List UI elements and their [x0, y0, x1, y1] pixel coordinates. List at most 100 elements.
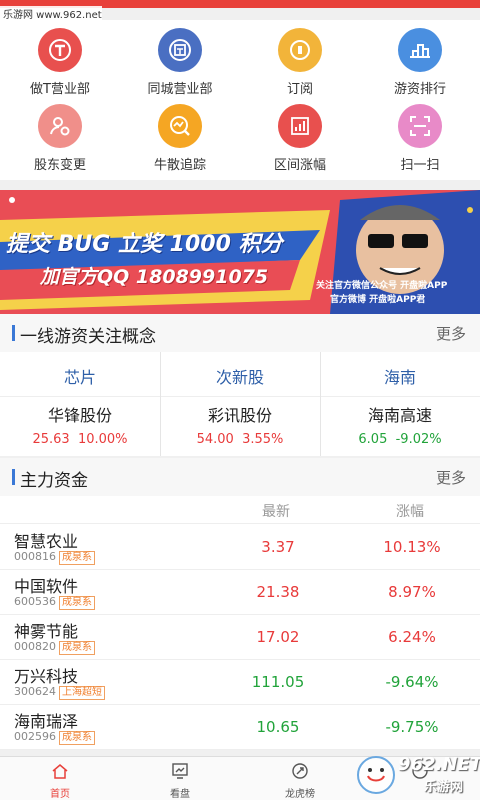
table-row[interactable]: 中国软件 600536 成泉系 21.38 8.97%: [0, 570, 480, 615]
table-row[interactable]: 神雾节能 000820 成泉系 17.02 6.24%: [0, 615, 480, 660]
concept-section-header: 一线游资关注概念 更多: [0, 314, 480, 352]
col-change-header: 涨幅: [396, 504, 424, 520]
grid-label: 订阅: [286, 82, 313, 97]
grid-item-subscribe[interactable]: 订阅: [240, 28, 360, 97]
tab-label: 首页: [50, 789, 70, 800]
dragon-tiger-icon: [292, 763, 308, 779]
stock-price: 111.05: [251, 673, 305, 691]
grid-item-scan[interactable]: 扫一扫: [360, 104, 480, 173]
banner-note-wechat: 关注官方微信公众号 开盘啦APP: [316, 281, 448, 291]
concept-quote: 25.63 10.00%: [32, 432, 128, 447]
table-header: 最新 涨幅: [0, 496, 480, 524]
stock-change: -9.75%: [385, 718, 439, 736]
grid-label: 游资排行: [393, 82, 446, 97]
stock-name: 海南瑞泽: [14, 712, 79, 731]
shareholder-icon: [38, 104, 82, 148]
watermark-site-sub: 乐游网: [424, 780, 464, 795]
concept-name: 次新股: [215, 368, 264, 387]
promo-banner[interactable]: 提交 BUG 立奖 1000 积分 加官方QQ 1808991075 关注官方微…: [0, 190, 480, 314]
stock-price: 3.37: [261, 538, 295, 556]
stock-code: 000816 成泉系: [14, 550, 95, 565]
stock-code: 600536 成泉系: [14, 595, 95, 610]
group-tag: 成泉系: [59, 596, 95, 610]
grid-label: 扫一扫: [400, 158, 440, 173]
stock-price: 10.65: [256, 718, 300, 736]
grid-label: 同城营业部: [147, 82, 213, 97]
capital-more-link[interactable]: 更多: [436, 467, 466, 488]
tab-label: 龙虎榜: [285, 789, 315, 800]
section-marker: [12, 325, 15, 341]
table-row[interactable]: 智慧农业 000816 成泉系 3.37 10.13%: [0, 525, 480, 570]
stock-price: 21.38: [256, 583, 300, 601]
subscribe-icon: [278, 28, 322, 72]
t-circle-icon: [38, 28, 82, 72]
concept-card[interactable]: 海南 海南高速 6.05 -9.02%: [320, 352, 480, 456]
watermark-logo: 962.NET 乐游网: [354, 752, 480, 798]
app-screen: 乐游网 www.962.net 做T营业部 同城营业部 订阅 游资排行 股东变更…: [0, 0, 480, 800]
grid-label: 牛散追踪: [153, 158, 206, 173]
tab-label: 看盘: [170, 789, 190, 800]
capital-section-header: 主力资金 更多: [0, 458, 480, 496]
stock-change: -9.64%: [385, 673, 439, 691]
home-icon: [52, 764, 68, 779]
group-tag: 上海超短: [59, 686, 105, 700]
tab-home[interactable]: 首页: [0, 757, 120, 800]
scan-icon: [398, 104, 442, 148]
grid-item-t-office[interactable]: 做T营业部: [0, 28, 120, 97]
banner-note-weibo: 官方微博 开盘啦APP君: [330, 295, 426, 305]
concept-name: 芯片: [63, 368, 96, 387]
section-marker: [12, 469, 15, 485]
watermark-text: 乐游网 www.962.net: [0, 6, 102, 21]
concept-name: 海南: [383, 368, 416, 387]
ranking-icon: [398, 28, 442, 72]
section-title: 一线游资关注概念: [20, 327, 156, 347]
group-tag: 成泉系: [59, 641, 95, 655]
banner-headline: 提交 BUG 立奖 1000 积分: [6, 232, 283, 257]
tab-dragon-tiger[interactable]: 龙虎榜: [240, 757, 360, 800]
section-title: 主力资金: [20, 471, 88, 491]
stock-change: 6.24%: [388, 628, 436, 646]
group-tag: 成泉系: [59, 731, 95, 745]
concept-quote: 54.00 3.55%: [196, 432, 284, 447]
tab-market[interactable]: 看盘: [120, 757, 240, 800]
watermark-site: 962.NET: [398, 754, 480, 775]
stock-name: 智慧农业: [14, 532, 79, 551]
stock-code: 002596 成泉系: [14, 730, 95, 745]
stock-name: 中国软件: [14, 577, 79, 596]
banner-qq: 加官方QQ 1808991075: [40, 266, 269, 288]
concept-more-link[interactable]: 更多: [436, 323, 466, 344]
grid-item-ranking[interactable]: 游资排行: [360, 28, 480, 97]
table-row[interactable]: 万兴科技 300624 上海超短 111.05 -9.64%: [0, 660, 480, 705]
stock-name: 万兴科技: [14, 667, 79, 686]
same-city-icon: [158, 28, 202, 72]
grid-label: 做T营业部: [30, 82, 90, 97]
table-row[interactable]: 海南瑞泽 002596 成泉系 10.65 -9.75%: [0, 705, 480, 750]
concept-stock: 彩讯股份: [207, 406, 272, 425]
stock-code: 000820 成泉系: [14, 640, 95, 655]
concept-stock: 华锋股份: [47, 406, 112, 425]
concept-card[interactable]: 芯片 华锋股份 25.63 10.00%: [0, 352, 160, 456]
monitor-icon: [172, 763, 188, 779]
divider: [320, 352, 321, 456]
concept-panel: 芯片 华锋股份 25.63 10.00% 次新股 彩讯股份 54.00 3.55…: [0, 352, 480, 456]
capital-table: 最新 涨幅 智慧农业 000816 成泉系 3.37 10.13% 中国软件 60…: [0, 496, 480, 750]
bar-chart-icon: [278, 104, 322, 148]
group-tag: 成泉系: [59, 551, 95, 565]
stock-change: 8.97%: [388, 583, 436, 601]
concept-quote: 6.05 -9.02%: [358, 432, 442, 447]
grid-item-range-gain[interactable]: 区间涨幅: [240, 104, 360, 173]
stock-change: 10.13%: [383, 538, 441, 556]
grid-item-same-city[interactable]: 同城营业部: [120, 28, 240, 97]
concept-stock: 海南高速: [367, 406, 432, 425]
stock-name: 神雾节能: [14, 622, 79, 641]
divider: [0, 396, 480, 397]
tracking-icon: [158, 104, 202, 148]
grid-label: 区间涨幅: [273, 158, 326, 173]
concept-card[interactable]: 次新股 彩讯股份 54.00 3.55%: [160, 352, 320, 456]
divider: [160, 352, 161, 456]
grid-item-shareholder[interactable]: 股东变更: [0, 104, 120, 173]
col-latest-header: 最新: [262, 504, 290, 520]
function-grid: 做T营业部 同城营业部 订阅 游资排行 股东变更 牛散追踪 区间涨幅 扫一扫: [0, 20, 480, 180]
grid-item-tracking[interactable]: 牛散追踪: [120, 104, 240, 173]
grid-label: 股东变更: [33, 158, 86, 173]
